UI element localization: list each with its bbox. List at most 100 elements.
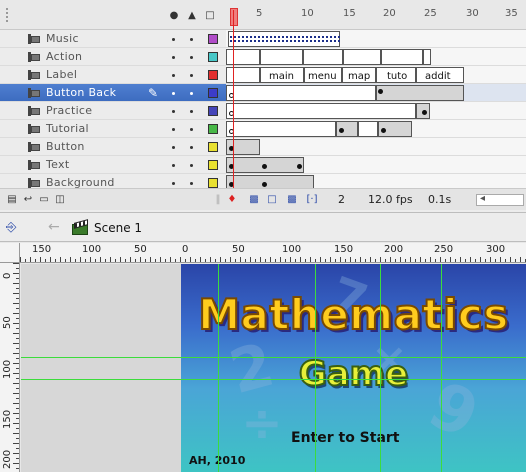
lock-dot[interactable] [190,146,193,149]
center-frame-icon[interactable]: ♦ [226,194,238,205]
frames-label[interactable]: main menu map tuto addit [226,66,526,84]
frame-span[interactable] [303,49,343,65]
keyframe[interactable] [422,110,427,115]
frames-tutorial[interactable] [226,120,526,138]
onion-skin-icon[interactable]: ▩ [248,194,260,205]
guide-line[interactable] [21,379,526,380]
outline-icon[interactable]: □ [204,9,216,21]
layer-color-swatch[interactable] [208,88,218,98]
keyframe[interactable] [378,89,383,94]
visibility-dot[interactable] [172,128,175,131]
layer-color-swatch[interactable] [208,142,218,152]
lock-dot[interactable] [190,110,193,113]
frame-label-main[interactable]: main [260,67,304,83]
keyframe[interactable] [297,164,302,169]
layer-row-button[interactable]: Button [0,138,526,156]
panel-grip[interactable] [6,8,10,22]
back-arrow-icon[interactable]: ← [48,219,60,235]
lock-dot[interactable] [190,38,193,41]
scroll-left-icon[interactable]: ◂ [480,193,485,204]
guide-line[interactable] [380,264,381,472]
frame-span[interactable] [381,49,423,65]
visibility-dot[interactable] [172,146,175,149]
frame-span[interactable] [343,49,381,65]
frame-label-tuto[interactable]: tuto [376,67,416,83]
frames-button-back[interactable] [226,84,526,102]
onion-outlines-icon[interactable]: □ [266,194,278,205]
playhead[interactable] [230,8,238,26]
new-folder-icon[interactable]: ▭ [38,194,50,205]
layer-row-label[interactable]: Label main menu map tuto addit [0,66,526,84]
keyframe[interactable] [339,128,344,133]
frame-span[interactable] [226,67,260,83]
enter-to-start-button[interactable]: Enter to Start [291,430,400,446]
layer-row-button-back[interactable]: Button Back ✎ [0,84,526,102]
guide-line[interactable] [441,264,442,472]
frame-label-menu[interactable]: menu [304,67,342,83]
lock-icon[interactable]: ▲ [186,9,198,21]
lock-dot[interactable] [190,182,193,185]
layer-row-action[interactable]: Action [0,48,526,66]
layer-color-swatch[interactable] [208,34,218,44]
frames-practice[interactable] [226,102,526,120]
frame-span[interactable] [423,49,431,65]
layer-color-swatch[interactable] [208,106,218,116]
visibility-dot[interactable] [172,182,175,185]
layer-color-swatch[interactable] [208,70,218,80]
visibility-dot[interactable] [172,110,175,113]
frame-label-map[interactable]: map [342,67,376,83]
timeline-scrollbar[interactable]: ◂ [476,193,524,206]
guide-line[interactable] [21,357,526,358]
frames-action[interactable] [226,48,526,66]
pasteboard[interactable]: 2 7 9 × ÷ Mathematics Game Enter to Star… [21,264,526,472]
modify-markers-icon[interactable]: [·] [306,194,318,205]
frame-span[interactable] [376,85,464,101]
add-guide-icon[interactable]: ↩ [22,194,34,205]
layer-row-music[interactable]: Music [0,30,526,48]
frame-span[interactable] [358,121,378,137]
frame-label-addit[interactable]: addit [416,67,464,83]
stage-canvas[interactable]: 2 7 9 × ÷ Mathematics Game Enter to Star… [181,264,526,472]
frames-text[interactable] [226,156,526,174]
layer-color-swatch[interactable] [208,124,218,134]
divider-grip-icon[interactable]: ‖ [212,194,224,205]
frame-span[interactable] [226,121,336,137]
frame-span[interactable] [226,103,416,119]
layer-row-background[interactable]: Background [0,174,526,192]
layer-color-swatch[interactable] [208,160,218,170]
lock-dot[interactable] [190,56,193,59]
keyframe[interactable] [262,182,267,187]
layer-row-text[interactable]: Text [0,156,526,174]
lock-dot[interactable] [190,164,193,167]
visibility-dot[interactable] [172,92,175,95]
layer-row-tutorial[interactable]: Tutorial [0,120,526,138]
keyframe[interactable] [262,164,267,169]
ruler-tick [25,259,26,262]
lock-dot[interactable] [190,128,193,131]
frame-span[interactable] [226,85,376,101]
visibility-dot[interactable] [172,164,175,167]
edit-multiple-frames-icon[interactable]: ▩ [286,194,298,205]
frame-span[interactable] [260,49,303,65]
layer-color-swatch[interactable] [208,178,218,188]
eye-icon[interactable]: ● [168,9,180,21]
lock-dot[interactable] [190,74,193,77]
guide-line[interactable] [218,264,219,472]
stage-icon[interactable]: ⎆ [6,220,24,236]
delete-layer-icon[interactable]: ◫ [54,194,66,205]
keyframe[interactable] [381,128,386,133]
guide-line[interactable] [315,264,316,472]
visibility-dot[interactable] [172,56,175,59]
lock-dot[interactable] [190,92,193,95]
frames-button[interactable] [226,138,526,156]
layer-color-swatch[interactable] [208,52,218,62]
scene-label[interactable]: Scene 1 [94,221,142,235]
new-layer-icon[interactable]: ▤ [6,194,18,205]
layer-row-practice[interactable]: Practice [0,102,526,120]
horizontal-ruler[interactable]: 150 100 50 0 50 100 150 200 250 300 [20,243,526,263]
visibility-dot[interactable] [172,74,175,77]
frames-music[interactable] [226,30,526,48]
visibility-dot[interactable] [172,38,175,41]
frame-span[interactable] [226,49,260,65]
vertical-ruler[interactable]: 0 50 100 150 200 [0,263,20,472]
